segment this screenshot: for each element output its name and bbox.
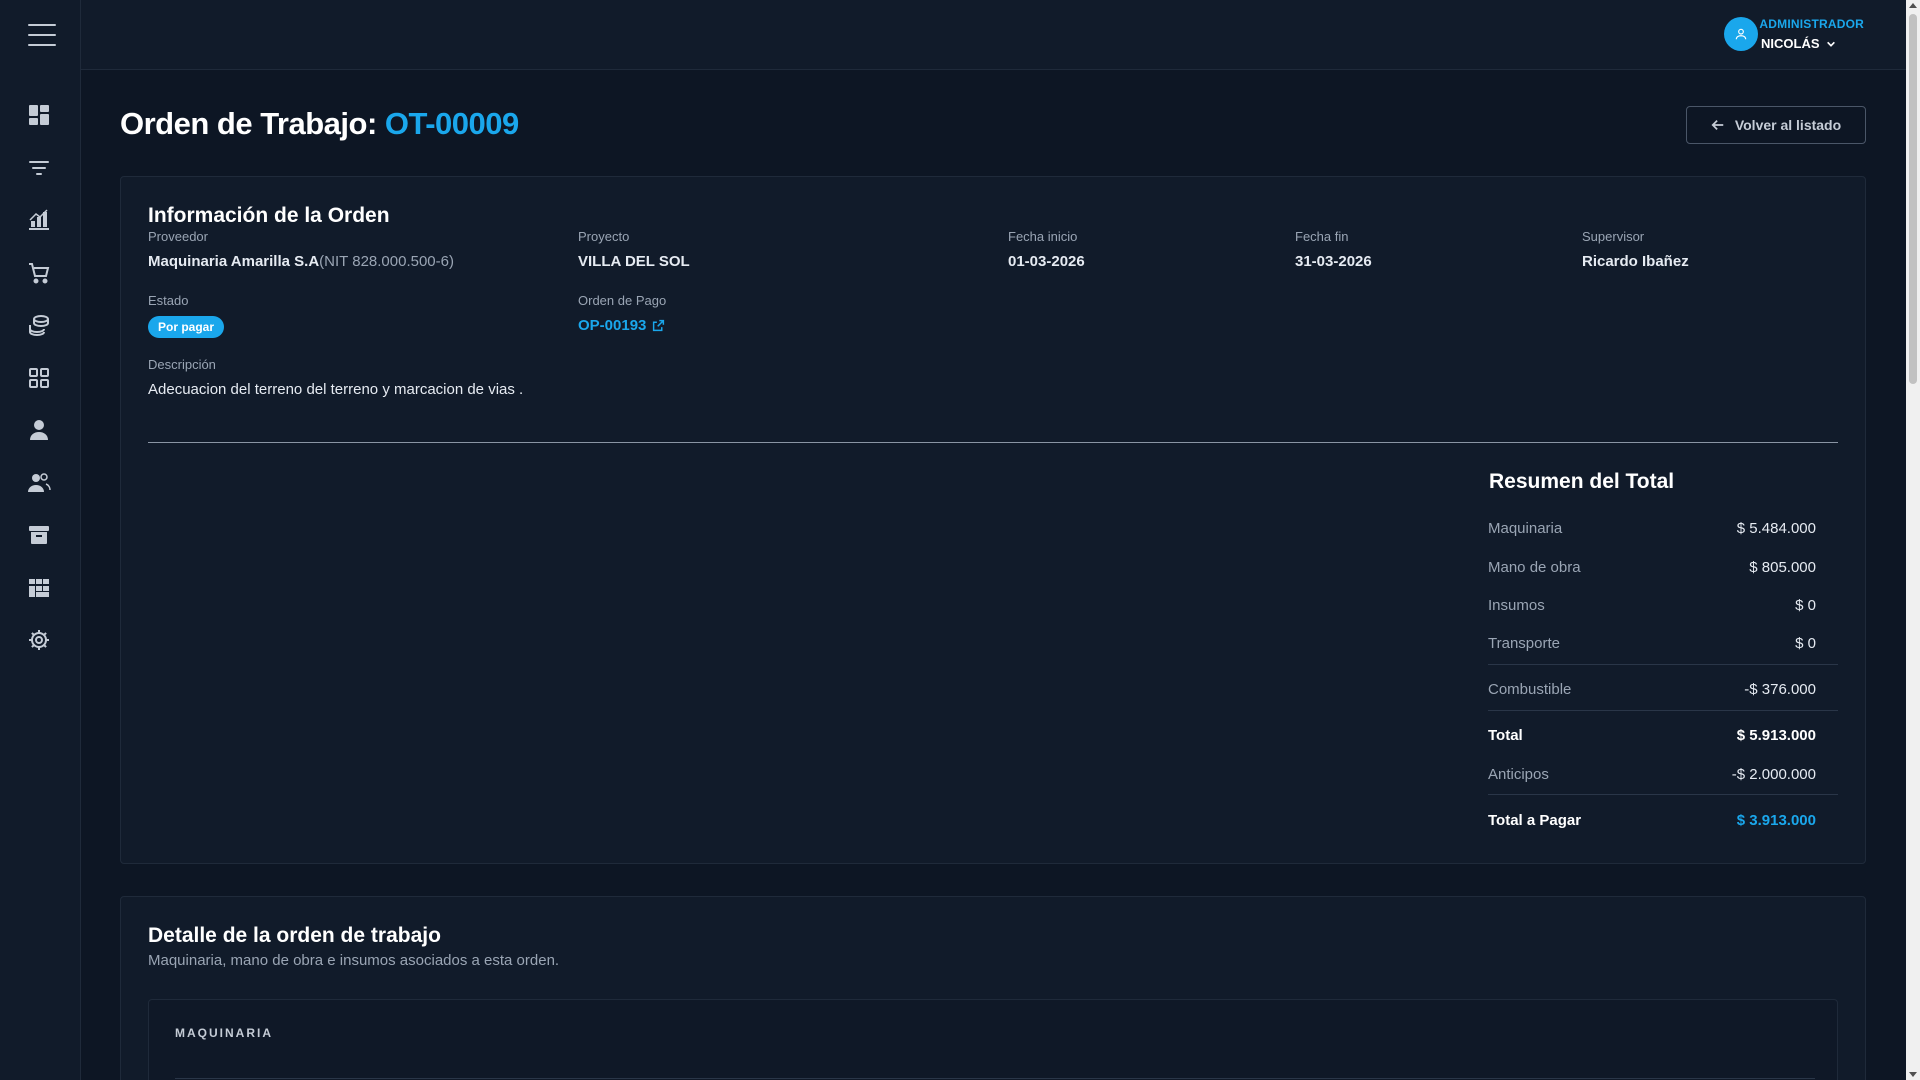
proyecto-value: VILLA DEL SOL: [578, 253, 690, 270]
orden-pago-label: Orden de Pago: [578, 293, 667, 308]
summary-value: $ 0: [1795, 635, 1816, 652]
back-button-label: Volver al listado: [1734, 117, 1842, 133]
summary-label: Total a Pagar: [1488, 812, 1582, 829]
section-divider: [175, 1078, 1815, 1079]
dashboard-icon[interactable]: [26, 102, 52, 128]
descripcion-value: Adecuacion del terreno del terreno y mar…: [148, 381, 524, 398]
summary-row-total-pagar: Total a Pagar $ 3.913.000: [1488, 812, 1816, 829]
maquinaria-section-title: MAQUINARIA: [175, 1026, 273, 1040]
summary-label: Anticipos: [1488, 766, 1549, 783]
summary-label: Mano de obra: [1488, 559, 1581, 576]
divider: [148, 442, 1838, 443]
summary-row-insumos: Insumos $ 0: [1488, 597, 1816, 614]
topbar: [81, 0, 1906, 70]
summary-row-maquinaria: Maquinaria $ 5.484.000: [1488, 520, 1816, 537]
coins-icon[interactable]: [26, 312, 52, 338]
summary-label: Insumos: [1488, 597, 1545, 614]
summary-separator: [1488, 664, 1838, 665]
summary-row-mano-obra: Mano de obra $ 805.000: [1488, 559, 1816, 576]
summary-value: $ 5.913.000: [1736, 727, 1816, 744]
user-avatar-icon: [1735, 28, 1747, 40]
order-info-title: Información de la Orden: [148, 204, 390, 227]
page-title-prefix: Orden de Trabajo:: [120, 106, 385, 141]
proveedor-nit: (NIT 828.000.500-6): [319, 253, 454, 270]
detail-subtitle: Maquinaria, mano de obra e insumos asoci…: [148, 952, 560, 969]
scrollbar-thumb[interactable]: [1909, 14, 1917, 384]
descripcion-label: Descripción: [148, 357, 216, 372]
summary-label: Combustible: [1488, 681, 1572, 698]
table-grid-icon[interactable]: [26, 575, 52, 601]
scroll-down-icon[interactable]: [1909, 1072, 1917, 1077]
summary-separator: [1488, 710, 1838, 711]
chart-icon[interactable]: [26, 207, 52, 233]
proveedor-value: Maquinaria Amarilla S.A(NIT 828.000.500-…: [148, 253, 454, 270]
supervisor-label: Supervisor: [1582, 229, 1645, 244]
summary-label: Transporte: [1488, 635, 1560, 652]
avatar[interactable]: [1724, 17, 1758, 51]
external-link-icon: [653, 319, 665, 332]
summary-value: $ 3.913.000: [1736, 812, 1816, 829]
scroll-up-icon[interactable]: [1909, 3, 1917, 8]
sidebar: [0, 0, 81, 1080]
hamburger-menu-icon[interactable]: [28, 24, 56, 46]
detail-title: Detalle de la orden de trabajo: [148, 924, 441, 947]
cart-icon[interactable]: [26, 260, 52, 286]
filter-icon[interactable]: [26, 155, 52, 181]
archive-icon[interactable]: [26, 522, 52, 548]
proyecto-label: Proyecto: [578, 229, 630, 244]
summary-value: -$ 2.000.000: [1731, 766, 1816, 783]
summary-value: -$ 376.000: [1744, 681, 1816, 698]
user-role: ADMINISTRADOR: [1759, 17, 1864, 31]
order-code: OT-00009: [384, 106, 519, 141]
summary-row-transporte: Transporte $ 0: [1488, 635, 1816, 652]
arrow-left-icon: [1711, 120, 1724, 130]
supervisor-value: Ricardo Ibañez: [1582, 253, 1689, 270]
summary-row-combustible: Combustible -$ 376.000: [1488, 681, 1816, 698]
users-icon[interactable]: [26, 470, 52, 496]
summary-separator: [1488, 794, 1838, 795]
scrollbar[interactable]: [1906, 0, 1920, 1080]
fecha-fin-value: 31-03-2026: [1295, 253, 1372, 270]
summary-value: $ 805.000: [1749, 559, 1816, 576]
summary-label: Total: [1488, 727, 1523, 744]
user-menu[interactable]: NICOLÁS: [1761, 36, 1836, 51]
page-title: Orden de Trabajo: OT-00009: [120, 106, 519, 142]
orden-pago-link[interactable]: OP-00193: [578, 317, 665, 334]
proveedor-name: Maquinaria Amarilla S.A: [148, 253, 320, 270]
estado-label: Estado: [148, 293, 189, 308]
back-to-list-button[interactable]: Volver al listado: [1686, 106, 1866, 144]
summary-title: Resumen del Total: [1489, 470, 1675, 493]
summary-row-total: Total $ 5.913.000: [1488, 727, 1816, 744]
orden-pago-value: OP-00193: [578, 317, 647, 334]
proveedor-label: Proveedor: [148, 229, 208, 244]
order-detail-card: Detalle de la orden de trabajo Maquinari…: [120, 896, 1866, 1080]
fecha-fin-label: Fecha fin: [1295, 229, 1349, 244]
summary-value: $ 5.484.000: [1736, 520, 1816, 537]
user-icon[interactable]: [26, 417, 52, 443]
maquinaria-section: MAQUINARIA: [148, 999, 1838, 1080]
apps-grid-icon[interactable]: [26, 365, 52, 391]
chevron-down-icon: [1826, 41, 1835, 47]
fecha-inicio-label: Fecha inicio: [1008, 229, 1078, 244]
fecha-inicio-value: 01-03-2026: [1008, 253, 1085, 270]
summary-value: $ 0: [1795, 597, 1816, 614]
summary-row-anticipos: Anticipos -$ 2.000.000: [1488, 766, 1816, 783]
user-name: NICOLÁS: [1761, 36, 1820, 51]
summary-label: Maquinaria: [1488, 520, 1563, 537]
status-badge: Por pagar: [148, 316, 225, 338]
settings-icon[interactable]: [26, 627, 52, 653]
